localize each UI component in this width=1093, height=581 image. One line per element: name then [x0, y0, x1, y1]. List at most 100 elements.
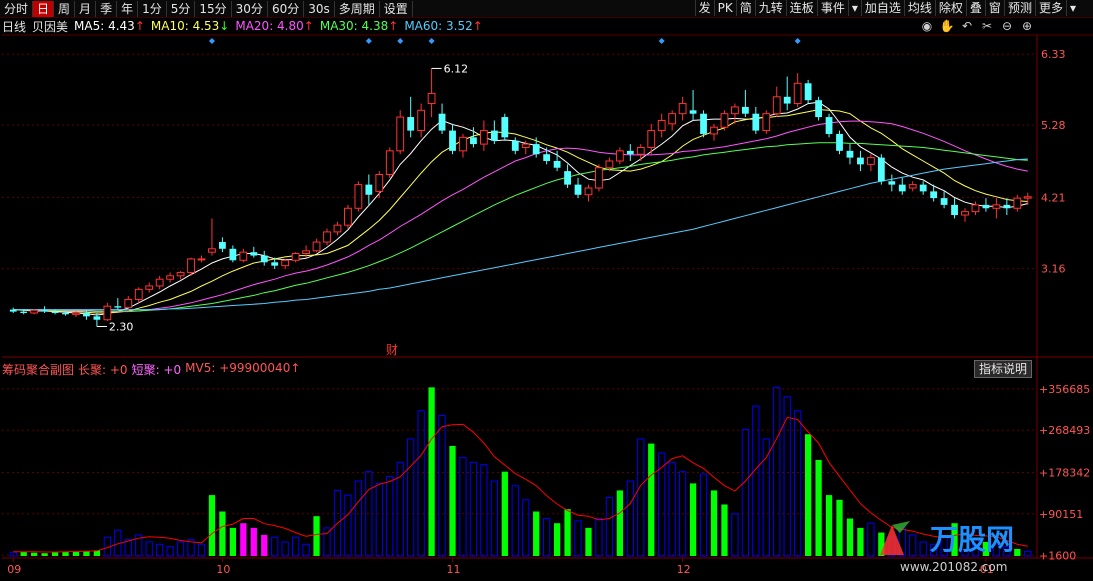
toolbar-action-0[interactable]: 发 — [694, 0, 714, 16]
period-tab-3[interactable]: 月 — [75, 0, 97, 17]
candle-body-up — [678, 103, 687, 115]
volume-bar — [114, 529, 122, 557]
volume-bar — [176, 541, 185, 557]
plus-circle-icon[interactable]: ⊕ — [1019, 19, 1035, 33]
volume-bar — [449, 445, 456, 556]
candle-body-up — [595, 167, 603, 189]
signal-diamond — [208, 38, 215, 44]
period-tab-4[interactable]: 季 — [96, 0, 118, 17]
sub-legend: 筹码聚合副图 长聚: +0 短聚: +0 MV5: +99900040↑ — [0, 361, 300, 378]
toolbar-action-6[interactable]: ▾ — [847, 0, 861, 16]
toolbar-action-5[interactable]: 事件 — [816, 0, 848, 16]
period-tab-2[interactable]: 周 — [54, 0, 76, 17]
volume-bar — [41, 553, 48, 556]
volume-bar — [459, 457, 467, 557]
candle-body-up — [103, 305, 112, 321]
candle-body-up — [584, 187, 593, 196]
candle-body-down — [564, 171, 571, 185]
minus-circle-icon[interactable]: ⊖ — [999, 19, 1015, 33]
candle-body-up — [772, 96, 781, 115]
volume-bar — [103, 536, 111, 557]
period-tab-5[interactable]: 年 — [117, 0, 139, 17]
hand-icon[interactable]: ✋ — [939, 19, 955, 33]
volume-bar — [438, 414, 446, 557]
candle-body-up — [1013, 197, 1022, 209]
volume-bar — [783, 396, 791, 557]
volume-bar — [668, 461, 676, 557]
candle-body-down — [836, 133, 843, 151]
volume-bar — [773, 386, 781, 557]
period-tab-6[interactable]: 1分 — [138, 0, 167, 17]
volume-bar — [794, 410, 802, 557]
toolbar-action-2[interactable]: 简 — [735, 0, 755, 16]
candle-body-down — [51, 311, 59, 313]
toolbar-action-11[interactable]: 窗 — [984, 0, 1004, 16]
toolbar-action-1[interactable]: PK — [713, 0, 736, 16]
undo-icon[interactable]: ↶ — [959, 19, 975, 33]
main-y-tick: 4.21 — [1041, 191, 1066, 204]
volume-bar — [417, 410, 425, 557]
toolbar-action-13[interactable]: 更多 — [1034, 0, 1066, 16]
toolbar-action-3[interactable]: 九转 — [754, 0, 786, 16]
period-tab-11[interactable]: 30s — [304, 0, 335, 17]
sub-items: 长聚: +0 短聚: +0 MV5: +99900040↑ — [78, 361, 300, 378]
ma-legend-item: MA5: 4.43↑ — [74, 19, 145, 33]
toolbar-action-9[interactable]: 除权 — [934, 0, 966, 16]
volume-bar — [637, 438, 645, 557]
period-tab-7[interactable]: 5分 — [167, 0, 196, 17]
candle-body-down — [407, 117, 415, 131]
toolbar-action-7[interactable]: 加自选 — [860, 0, 904, 16]
volume-bar — [31, 552, 38, 556]
volume-bar — [585, 527, 592, 556]
volume-bar — [156, 543, 164, 557]
period-tab-0[interactable]: 分时 — [0, 0, 34, 17]
candle-body-up — [992, 204, 1001, 209]
volume-bar — [480, 464, 488, 557]
ma-legend-item: MA60: 3.52↑ — [404, 19, 483, 33]
volume-bar — [469, 461, 478, 557]
toolbar-action-12[interactable]: 预测 — [1003, 0, 1035, 16]
volume-bar — [229, 527, 237, 556]
period-tab-10[interactable]: 60分 — [268, 0, 305, 17]
candle-body-up — [281, 259, 290, 267]
candle-body-down — [1003, 204, 1011, 209]
candle-body-down — [825, 117, 833, 134]
candle-body-up — [459, 136, 467, 152]
indicator-help-button[interactable]: 指标说明 — [974, 360, 1032, 378]
volume-bar — [428, 387, 435, 556]
eye-icon[interactable]: ◉ — [919, 19, 935, 33]
chart-canvas: 6.335.284.213.16+356685+268493+178342+90… — [2, 34, 1093, 576]
ma-legend-item: MA20: 4.80↑ — [235, 19, 314, 33]
candle-body-down — [919, 184, 927, 192]
toolbar-action-4[interactable]: 连板 — [785, 0, 817, 16]
period-tab-13[interactable]: 设置 — [380, 0, 413, 17]
stock-name: 贝因美 — [32, 19, 69, 34]
volume-bar — [302, 543, 310, 557]
toolbar-action-8[interactable]: 均线 — [903, 0, 935, 16]
volume-bar — [648, 443, 655, 556]
volume-bar — [689, 483, 697, 556]
volume-bar — [533, 511, 540, 556]
period-tab-1[interactable]: 日 — [33, 0, 55, 17]
volume-bar — [678, 471, 687, 557]
ma-trend-arrow: ↑ — [303, 19, 314, 33]
ma-legend-item: MA30: 4.38↑ — [319, 19, 399, 33]
price-annotation: 6.12 — [444, 62, 469, 75]
period-tab-12[interactable]: 多周期 — [335, 0, 380, 17]
toolbar-action-10[interactable]: 叠 — [965, 0, 985, 16]
candle-body-down — [365, 184, 373, 195]
period-tab-9[interactable]: 30分 — [232, 0, 268, 17]
candle-body-up — [30, 309, 39, 314]
candle-body-up — [762, 113, 771, 132]
ma-line-ma60 — [13, 158, 1028, 311]
scissors-icon[interactable]: ✂ — [979, 19, 995, 33]
volume-bar — [543, 518, 551, 557]
volume-bar — [658, 452, 666, 557]
toolbar-action-14[interactable]: ▾ — [1065, 0, 1079, 16]
period-tab-8[interactable]: 15分 — [195, 0, 232, 17]
watermark-logo: 万股网 www.201082.com — [880, 521, 1014, 574]
candle-body-up — [427, 92, 436, 105]
candle-body-down — [438, 113, 446, 131]
candle-body-up — [344, 207, 352, 226]
candle-body-down — [574, 184, 582, 195]
